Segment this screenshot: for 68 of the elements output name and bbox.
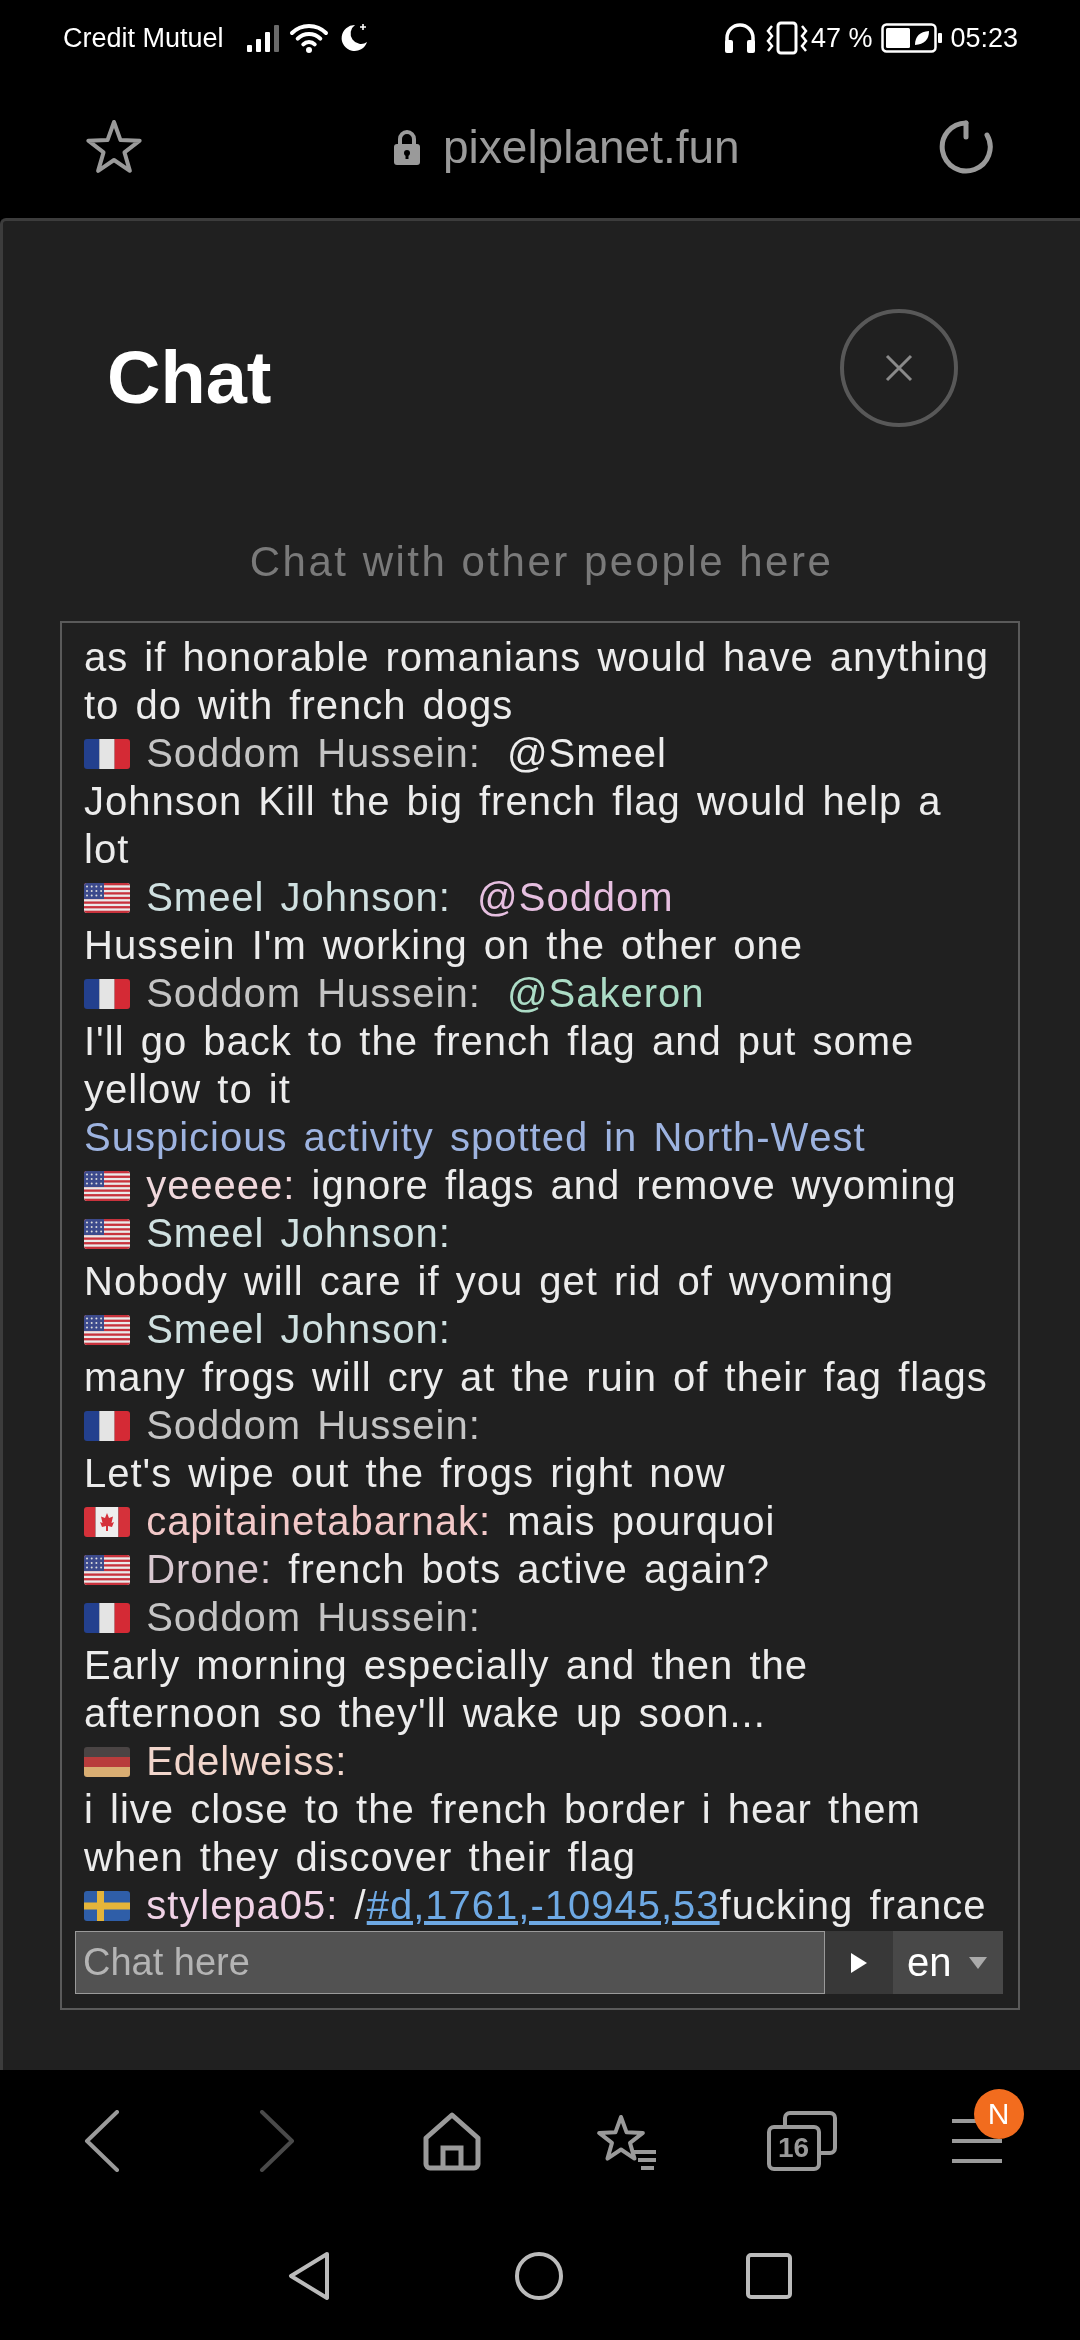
carrier-name: Credit Mutuel [63,22,224,54]
username[interactable]: yeeeee: [146,1163,296,1207]
message-text: Let's wipe out the frogs right now [84,1450,726,1497]
france-flag-icon [84,739,130,769]
message-text: Hussein I'm working on the other one [84,922,804,969]
message-text: many frogs will cry at the ruin of their fag flags [84,1354,988,1401]
coordinate-link[interactable]: #d,1761,-10945,53 [366,1883,720,1927]
usa-flag-icon [84,1171,130,1201]
france-flag-icon [84,979,130,1009]
star-list-icon[interactable] [595,2112,658,2170]
message-text: french bots active again? [288,1546,771,1593]
battery-icon [881,23,944,53]
france-flag-icon [84,1603,130,1633]
germany-flag-icon [84,1747,130,1777]
usa-flag-icon [84,1219,130,1249]
play-icon [850,1951,868,1974]
vibrate-icon [764,21,809,55]
user-mention: @Sakeron [507,971,705,1015]
message-text: Johnson Kill the big french flag would help a lot [84,778,943,873]
username[interactable]: Soddom Hussein: [146,1595,481,1639]
url-text[interactable]: pixelplanet.fun [443,120,740,174]
usa-flag-icon [84,1315,130,1345]
message-text: as if honorable romanians would have anything to do with french dogs [84,634,991,729]
lock-icon [393,128,421,166]
user-mention: @Soddom [477,875,674,919]
username[interactable]: Smeel Johnson: [146,875,451,919]
username[interactable]: Soddom Hussein: [146,971,481,1015]
signal-icon [245,23,280,53]
message-text: /#d,1761,-10945,53fucking france [354,1882,987,1929]
message-text: I'll go back to the french flag and put some yellow to it [84,1018,916,1113]
clock: 05:23 [950,22,1018,54]
caret-icon [967,1955,988,1970]
username[interactable]: Soddom Hussein: [146,1403,481,1447]
usa-flag-icon [84,1555,130,1585]
close-icon [884,353,914,383]
tabs-button[interactable]: 16 [766,2111,837,2171]
back-icon[interactable] [287,2251,331,2301]
username[interactable]: capitainetabarnak: [146,1499,492,1543]
message-text: Early morning especially and then the afternoon so they'll wake up soon... [84,1642,810,1737]
headphones-icon [722,21,757,55]
message-text: ignore flags and remove wyoming [311,1162,957,1209]
notification-badge: N [973,2089,1024,2139]
username[interactable]: Soddom Hussein: [146,731,481,775]
message-text: mais pourquoi [507,1498,776,1545]
user-mention: @Smeel [507,731,667,775]
sweden-flag-icon [84,1891,130,1921]
star-icon[interactable] [84,119,144,175]
username[interactable]: Smeel Johnson: [146,1211,451,1255]
system-message: Suspicious activity spotted in North-West [84,1115,866,1159]
usa-flag-icon [84,883,130,913]
send-button[interactable] [825,1931,893,1994]
back-icon[interactable] [83,2110,120,2172]
wifi-icon [287,22,330,54]
username[interactable]: Drone: [146,1547,273,1591]
recents-icon[interactable] [746,2253,792,2299]
username[interactable]: Smeel Johnson: [146,1307,451,1351]
chat-subtitle: Chat with other people here [249,537,834,587]
username[interactable]: stylepa05: [146,1883,339,1927]
chat-title: Chat [107,341,272,415]
battery-percentage: 47 % [810,22,873,54]
username[interactable]: Edelweiss: [146,1739,348,1783]
home-icon[interactable] [514,2251,564,2301]
language-select[interactable]: en [893,1931,1003,1994]
message-text: Nobody will care if you get rid of wyoming [84,1258,894,1305]
chat-input[interactable]: Chat here [75,1931,825,1994]
canada-flag-icon [84,1507,130,1537]
home-icon[interactable] [421,2111,482,2171]
france-flag-icon [84,1411,130,1441]
